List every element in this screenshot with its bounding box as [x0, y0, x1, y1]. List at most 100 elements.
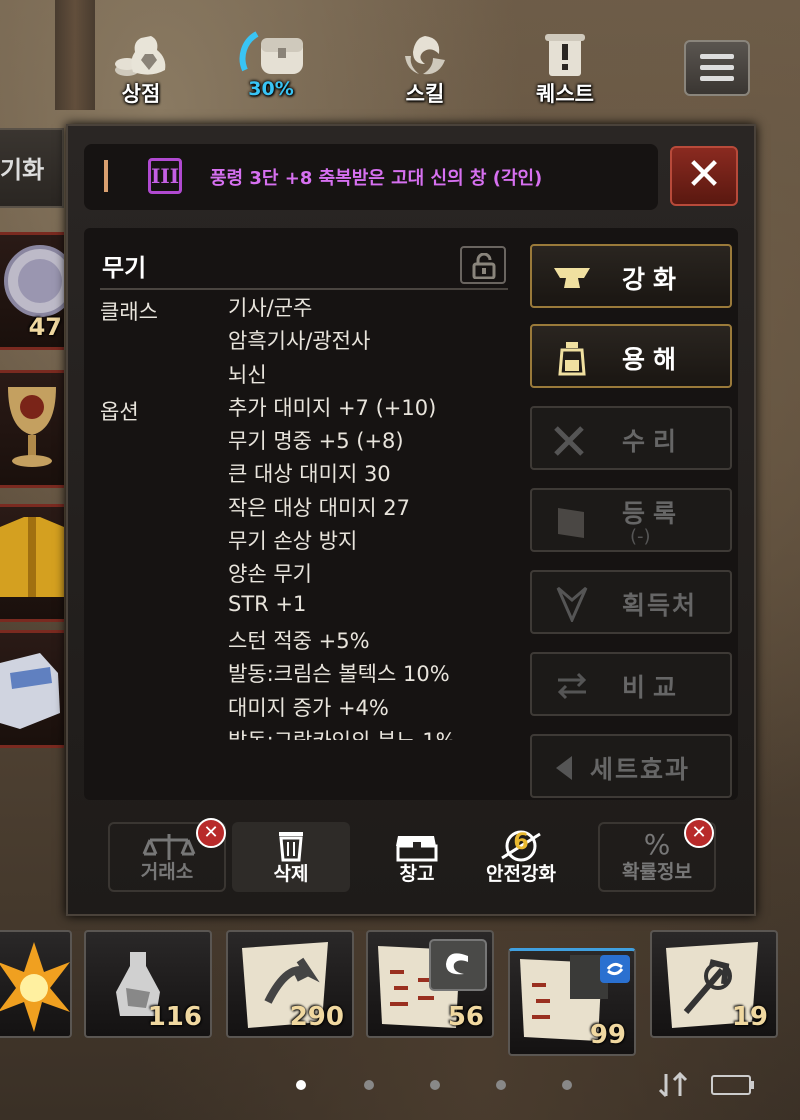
- exchange-disabled-badge-icon: ✕: [196, 818, 226, 848]
- probability-label: 확률정보: [622, 861, 692, 883]
- triangle-left-icon: [556, 756, 572, 780]
- swap-icon[interactable]: [656, 1072, 690, 1098]
- quick-slot-count: 290: [289, 1002, 344, 1032]
- left-tab[interactable]: 기화: [0, 128, 64, 208]
- quest-label: 퀘스트: [536, 82, 594, 106]
- close-button[interactable]: ✕: [670, 146, 738, 206]
- safe-enchant-button[interactable]: 6 안전강화: [462, 822, 580, 892]
- safe-enchant-label: 안전강화: [486, 863, 556, 885]
- bottle-icon: [558, 342, 586, 376]
- set-effect-button[interactable]: 세트효과: [530, 734, 732, 798]
- menu-line-icon: [700, 76, 734, 81]
- dissolve-button[interactable]: 용해: [530, 324, 732, 388]
- menu-line-icon: [700, 65, 734, 70]
- menu-line-icon: [700, 54, 734, 59]
- quick-slot-scroll-4[interactable]: 19: [650, 930, 778, 1038]
- dissolve-label: 용해: [622, 345, 685, 374]
- quick-slot-scroll-3[interactable]: 99: [508, 948, 636, 1056]
- category-divider: [100, 288, 508, 290]
- stat-line: 작은 대상 대미지 27: [228, 495, 410, 520]
- probability-disabled-badge-icon: ✕: [684, 818, 714, 848]
- skill-button[interactable]: 스킬: [380, 30, 470, 108]
- top-nav: 상점 30% 스킬 퀘스트: [0, 0, 800, 120]
- book-icon: [558, 508, 584, 538]
- stat-line: 무기 손상 방지: [228, 529, 358, 554]
- compare-button[interactable]: 비교: [530, 652, 732, 716]
- safe-enchant-number: 6: [513, 830, 529, 855]
- golden-armor-icon: [0, 517, 64, 597]
- tools-icon: [554, 426, 584, 456]
- stat-line: 추가 대미지 +7 (+10): [228, 395, 437, 420]
- exchange-label: 거래소: [140, 861, 194, 883]
- left-slot-armor[interactable]: [0, 504, 64, 622]
- page-dot[interactable]: [430, 1080, 440, 1090]
- quick-slot-count: 19: [731, 1002, 768, 1032]
- options-label: 옵션: [100, 400, 139, 424]
- quick-slot-bar: 116 290 56 99 19: [0, 930, 800, 1056]
- shop-button[interactable]: 상점: [96, 30, 186, 108]
- stat-line: 발동:크림슨 볼텍스 10%: [228, 662, 450, 687]
- quick-slot-scroll-1[interactable]: 290: [226, 930, 354, 1038]
- battery-icon: [711, 1075, 754, 1095]
- source-label: 획득처: [622, 591, 698, 620]
- register-sub: (-): [630, 526, 651, 547]
- page-dot[interactable]: [562, 1080, 572, 1090]
- quick-slot-count: 99: [589, 1020, 626, 1050]
- stat-line: 대미지 증가 +4%: [228, 695, 389, 720]
- delete-button[interactable]: 삭제: [232, 822, 350, 892]
- stat-line: 스턴 적중 +5%: [228, 628, 370, 653]
- left-slot-coin[interactable]: 47: [0, 232, 76, 350]
- title-bar: III 풍령 3단 +8 축복받은 고대 신의 창 (각인): [84, 144, 658, 210]
- enhance-label: 강화: [622, 265, 685, 294]
- left-slot-boots[interactable]: [0, 630, 64, 748]
- lock-toggle[interactable]: [460, 246, 506, 284]
- quest-button[interactable]: 퀘스트: [520, 30, 610, 108]
- bag-button[interactable]: 30%: [226, 30, 316, 100]
- boots-icon: [0, 653, 60, 729]
- bag-icon: [239, 30, 303, 80]
- money-bag-icon: [111, 30, 171, 80]
- left-inventory-strip: 기화 47: [0, 120, 76, 920]
- storage-label: 창고: [399, 863, 435, 885]
- trash-icon: [279, 832, 303, 862]
- item-category: 무기: [102, 254, 147, 282]
- item-info-area: 무기 클래스 옵션 기사/군주 암흑기사/광전사 뇌신 추가 대미지 +7 (+…: [84, 228, 738, 800]
- stat-line: 양손 무기: [228, 562, 312, 587]
- anvil-icon: [554, 268, 590, 288]
- quick-slot-fire[interactable]: [0, 930, 72, 1038]
- unlock-icon: [472, 253, 496, 279]
- chest-icon: [396, 836, 438, 862]
- quick-slot-count: 56: [447, 1002, 484, 1032]
- stat-line: 큰 대상 대미지 30: [228, 462, 391, 487]
- repair-label: 수리: [622, 427, 685, 456]
- grade-badge: III: [148, 158, 182, 194]
- quick-slot-scroll-2[interactable]: 56: [366, 930, 494, 1038]
- page-dot[interactable]: [296, 1080, 306, 1090]
- bottom-action-bar: 거래소 ✕ 삭제 창고 6 안전강화 % 확률정보 ✕: [68, 814, 754, 894]
- close-icon: ✕: [685, 149, 723, 200]
- page-dot[interactable]: [364, 1080, 374, 1090]
- hamburger-menu-button[interactable]: [684, 40, 750, 96]
- stat-line: 뇌신: [228, 362, 267, 387]
- quick-slot-potion[interactable]: 116: [84, 930, 212, 1038]
- class-label: 클래스: [100, 300, 158, 324]
- register-label: 등록: [622, 499, 685, 528]
- goblet-icon: [8, 387, 56, 467]
- register-button[interactable]: 등록 (-): [530, 488, 732, 552]
- page-dot[interactable]: [496, 1080, 506, 1090]
- skill-swirl-icon: [395, 30, 455, 80]
- source-button[interactable]: 획득처: [530, 570, 732, 634]
- repair-button[interactable]: 수리: [530, 406, 732, 470]
- stat-line: 무기 명중 +5 (+8): [228, 429, 404, 454]
- left-slot-goblet[interactable]: [0, 370, 64, 488]
- quest-scroll-icon: [535, 30, 595, 80]
- item-title: 풍령 3단 +8 축복받은 고대 신의 창 (각인): [210, 168, 543, 189]
- delete-label: 삭제: [273, 863, 309, 885]
- stat-list[interactable]: 기사/군주 암흑기사/광전사 뇌신 추가 대미지 +7 (+10) 무기 명중 …: [228, 292, 508, 740]
- storage-button[interactable]: 창고: [358, 822, 476, 892]
- stat-line: STR +1: [228, 591, 307, 616]
- swap-arrows-icon: [557, 672, 587, 700]
- title-tick: [104, 160, 108, 192]
- enhance-button[interactable]: 강화: [530, 244, 732, 308]
- compare-label: 비교: [622, 673, 685, 702]
